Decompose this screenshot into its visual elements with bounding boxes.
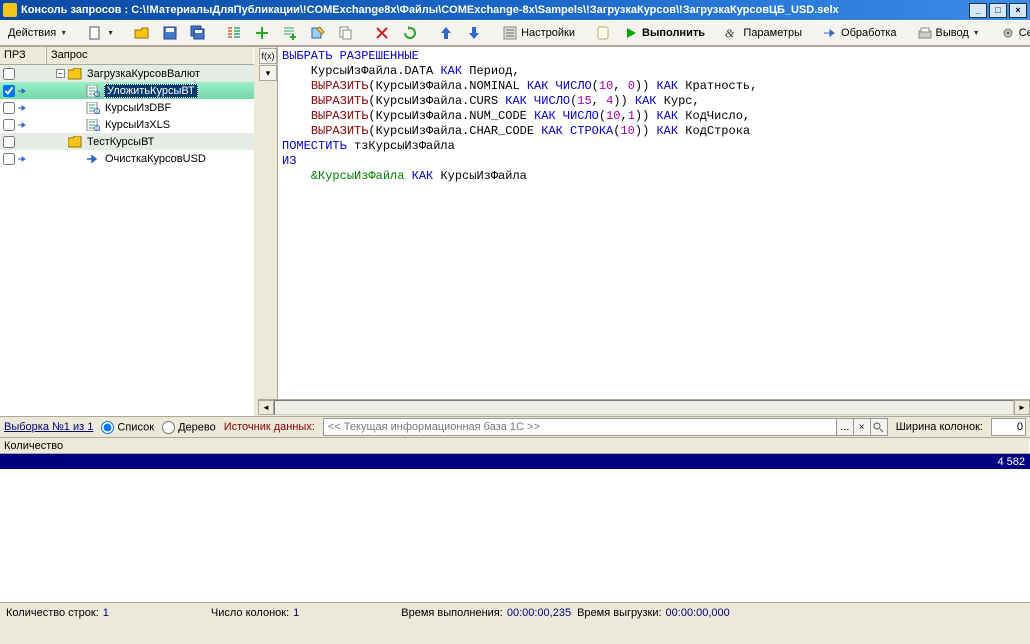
folder-icon xyxy=(68,68,82,80)
tree-item-label: ОчисткаКурсовUSD xyxy=(104,153,207,165)
settings-button[interactable]: Настройки xyxy=(498,23,579,43)
tree-item[interactable]: УложитьКурсыВТ xyxy=(0,82,254,99)
arrow-right-icon xyxy=(86,153,100,165)
tree-radio[interactable] xyxy=(162,421,175,434)
tree-item-label: КурсыИзDBF xyxy=(104,102,172,114)
list-radio[interactable] xyxy=(101,421,114,434)
tree-checkbox[interactable] xyxy=(3,85,15,97)
editor-hscroll[interactable]: ◄ ► xyxy=(258,399,1030,415)
tree-checkbox[interactable] xyxy=(3,136,15,148)
service-button[interactable]: Сервис▼ xyxy=(996,23,1030,43)
output-button[interactable]: Вывод▼ xyxy=(913,23,984,43)
toolbar: Действия▼ ▼ Настройки Выполнить & Параме… xyxy=(0,20,1030,46)
param-icon xyxy=(17,103,27,113)
fx-button[interactable]: f(x) xyxy=(259,48,277,64)
tree-item[interactable]: ОчисткаКурсовUSD xyxy=(0,150,254,167)
grid-cell: 4 582 xyxy=(0,456,1030,468)
title-bar: Консоль запросов : C:\!МатериалыДляПубли… xyxy=(0,0,1030,20)
grid-row[interactable]: 4 582 xyxy=(0,454,1030,469)
open-icon[interactable] xyxy=(130,23,154,43)
tree-item[interactable]: КурсыИзDBF xyxy=(0,99,254,116)
execute-button[interactable]: Выполнить xyxy=(619,23,709,43)
expand-toggle[interactable]: − xyxy=(56,69,65,78)
grid-header: Количество xyxy=(0,438,1030,454)
source-search-button[interactable] xyxy=(870,418,888,436)
colwidth-input[interactable] xyxy=(991,418,1026,436)
delete-icon[interactable] xyxy=(370,23,394,43)
new-icon[interactable]: ▼ xyxy=(83,23,118,43)
param-icon xyxy=(17,86,27,96)
scroll-right-icon[interactable]: ► xyxy=(1014,400,1030,415)
sheet-icon xyxy=(86,119,100,131)
tree-item-label: ТестКурсыВТ xyxy=(86,136,155,148)
save-all-icon[interactable] xyxy=(186,23,210,43)
tree-col-prz[interactable]: ПРЗ xyxy=(0,47,46,64)
filter-bar: Выборка №1 из 1 Список Дерево Источник д… xyxy=(0,416,1030,438)
source-clear-button[interactable]: × xyxy=(853,418,871,436)
process-button[interactable]: Обработка xyxy=(818,23,900,43)
tree-item[interactable]: КурсыИзXLS xyxy=(0,116,254,133)
tree-checkbox[interactable] xyxy=(3,153,15,165)
copy-icon[interactable] xyxy=(334,23,358,43)
arrow-down-icon[interactable] xyxy=(462,23,486,43)
params-button[interactable]: & Параметры xyxy=(721,23,806,43)
arrow-up-icon[interactable] xyxy=(434,23,458,43)
tree-col-query[interactable]: Запрос xyxy=(46,47,254,64)
edit-icon[interactable] xyxy=(306,23,330,43)
close-button[interactable]: × xyxy=(1009,3,1027,18)
tree-checkbox[interactable] xyxy=(3,119,15,131)
source-ellipsis-button[interactable]: … xyxy=(836,418,854,436)
app-icon xyxy=(3,3,17,17)
tree-item[interactable]: ТестКурсыВТ xyxy=(0,133,254,150)
source-label: Источник данных: xyxy=(224,421,315,433)
add-green-icon[interactable] xyxy=(250,23,274,43)
tree-item-label: КурсыИзXLS xyxy=(104,119,171,131)
query-editor[interactable]: ВЫБРАТЬ РАЗРЕШЕННЫЕ КурсыИзФайла.DATA КА… xyxy=(278,47,1030,399)
sheet-icon xyxy=(86,85,100,97)
tree-item-label: УложитьКурсыВТ xyxy=(104,84,198,98)
source-input[interactable] xyxy=(323,418,837,436)
query-tree[interactable]: − ЗагрузкаКурсовВалют УложитьКурсыВТ КурсыИ… xyxy=(0,65,254,416)
tree-header: ПРЗ Запрос xyxy=(0,47,254,65)
scroll-left-icon[interactable]: ◄ xyxy=(258,400,274,415)
tree-item-label: ЗагрузкаКурсовВалют xyxy=(86,68,201,80)
param-icon xyxy=(17,154,27,164)
tree-checkbox[interactable] xyxy=(3,68,15,80)
tree-checkbox[interactable] xyxy=(3,102,15,114)
param-icon xyxy=(17,120,27,130)
grid-col-count[interactable]: Количество xyxy=(0,439,1030,453)
selection-link[interactable]: Выборка №1 из 1 xyxy=(4,421,93,433)
list-icon[interactable] xyxy=(222,23,246,43)
result-grid[interactable]: 4 582 xyxy=(0,454,1030,602)
collapse-button[interactable]: ▾ xyxy=(259,65,277,81)
scroll-icon[interactable] xyxy=(591,23,615,43)
tree-item[interactable]: − ЗагрузкаКурсовВалют xyxy=(0,65,254,82)
add-plus-icon[interactable] xyxy=(278,23,302,43)
maximize-button[interactable]: □ xyxy=(989,3,1007,18)
status-bar: Количество строк: 1 Число колонок: 1 Вре… xyxy=(0,602,1030,622)
refresh-icon[interactable] xyxy=(398,23,422,43)
actions-menu[interactable]: Действия▼ xyxy=(4,23,71,43)
sheet-icon xyxy=(86,102,100,114)
window-title: Консоль запросов : C:\!МатериалыДляПубли… xyxy=(21,4,969,16)
save-icon[interactable] xyxy=(158,23,182,43)
colwidth-label: Ширина колонок: xyxy=(896,421,983,433)
folder-icon xyxy=(68,136,82,148)
minimize-button[interactable]: _ xyxy=(969,3,987,18)
